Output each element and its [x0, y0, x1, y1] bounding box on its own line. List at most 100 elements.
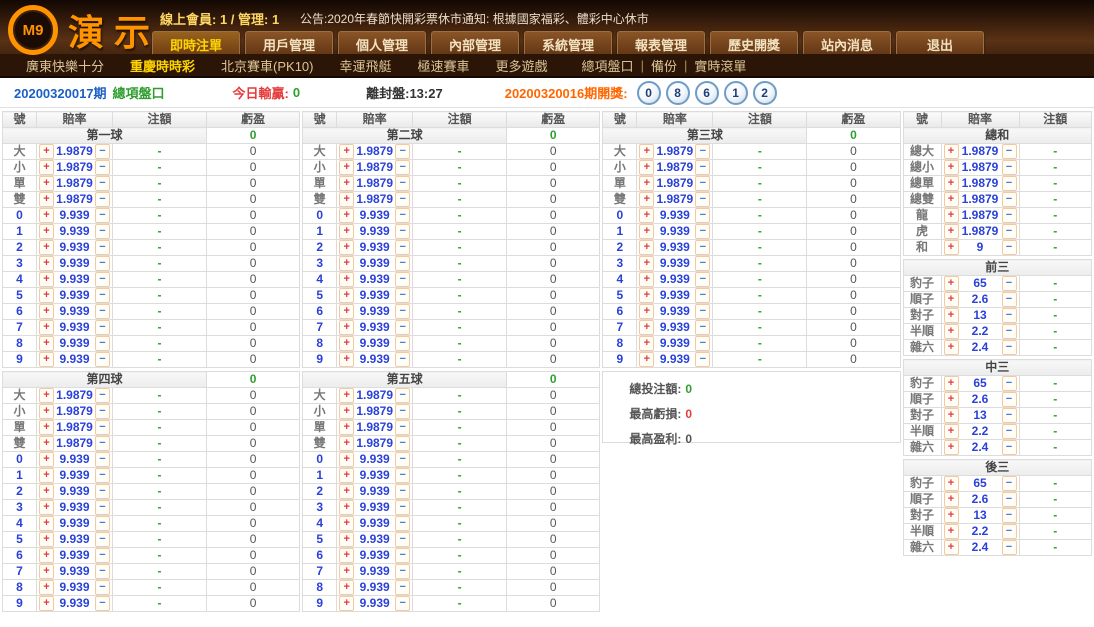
- increase-odds-button[interactable]: +: [944, 160, 959, 175]
- decrease-odds-button[interactable]: −: [695, 304, 710, 319]
- increase-odds-button[interactable]: +: [339, 176, 354, 191]
- decrease-odds-button[interactable]: −: [95, 208, 110, 223]
- decrease-odds-button[interactable]: −: [695, 160, 710, 175]
- decrease-odds-button[interactable]: −: [1002, 324, 1017, 339]
- decrease-odds-button[interactable]: −: [395, 208, 410, 223]
- decrease-odds-button[interactable]: −: [395, 176, 410, 191]
- subnav-link-總項盤口[interactable]: 總項盤口: [582, 56, 634, 75]
- decrease-odds-button[interactable]: −: [95, 256, 110, 271]
- decrease-odds-button[interactable]: −: [695, 192, 710, 207]
- increase-odds-button[interactable]: +: [39, 404, 54, 419]
- decrease-odds-button[interactable]: −: [395, 468, 410, 483]
- increase-odds-button[interactable]: +: [39, 516, 54, 531]
- increase-odds-button[interactable]: +: [639, 352, 654, 367]
- increase-odds-button[interactable]: +: [39, 352, 54, 367]
- increase-odds-button[interactable]: +: [39, 596, 54, 611]
- increase-odds-button[interactable]: +: [639, 224, 654, 239]
- decrease-odds-button[interactable]: −: [395, 436, 410, 451]
- decrease-odds-button[interactable]: −: [95, 388, 110, 403]
- subnav-item-極速賽車[interactable]: 極速賽車: [418, 56, 470, 75]
- decrease-odds-button[interactable]: −: [1002, 308, 1017, 323]
- increase-odds-button[interactable]: +: [39, 580, 54, 595]
- increase-odds-button[interactable]: +: [39, 192, 54, 207]
- decrease-odds-button[interactable]: −: [695, 176, 710, 191]
- increase-odds-button[interactable]: +: [39, 452, 54, 467]
- decrease-odds-button[interactable]: −: [1002, 376, 1017, 391]
- decrease-odds-button[interactable]: −: [1002, 340, 1017, 355]
- decrease-odds-button[interactable]: −: [95, 192, 110, 207]
- increase-odds-button[interactable]: +: [944, 240, 959, 255]
- subnav-item-廣東快樂十分[interactable]: 廣東快樂十分: [26, 56, 104, 75]
- decrease-odds-button[interactable]: −: [95, 304, 110, 319]
- increase-odds-button[interactable]: +: [944, 492, 959, 507]
- subnav-item-重慶時時彩[interactable]: 重慶時時彩: [130, 56, 195, 75]
- increase-odds-button[interactable]: +: [339, 564, 354, 579]
- increase-odds-button[interactable]: +: [39, 420, 54, 435]
- decrease-odds-button[interactable]: −: [395, 580, 410, 595]
- increase-odds-button[interactable]: +: [944, 292, 959, 307]
- increase-odds-button[interactable]: +: [339, 352, 354, 367]
- increase-odds-button[interactable]: +: [639, 240, 654, 255]
- decrease-odds-button[interactable]: −: [95, 176, 110, 191]
- decrease-odds-button[interactable]: −: [1002, 492, 1017, 507]
- increase-odds-button[interactable]: +: [339, 192, 354, 207]
- increase-odds-button[interactable]: +: [39, 160, 54, 175]
- increase-odds-button[interactable]: +: [944, 308, 959, 323]
- decrease-odds-button[interactable]: −: [395, 288, 410, 303]
- decrease-odds-button[interactable]: −: [1002, 240, 1017, 255]
- increase-odds-button[interactable]: +: [639, 304, 654, 319]
- decrease-odds-button[interactable]: −: [95, 224, 110, 239]
- increase-odds-button[interactable]: +: [39, 272, 54, 287]
- decrease-odds-button[interactable]: −: [395, 304, 410, 319]
- increase-odds-button[interactable]: +: [339, 548, 354, 563]
- decrease-odds-button[interactable]: −: [95, 436, 110, 451]
- increase-odds-button[interactable]: +: [944, 476, 959, 491]
- increase-odds-button[interactable]: +: [944, 176, 959, 191]
- increase-odds-button[interactable]: +: [639, 320, 654, 335]
- decrease-odds-button[interactable]: −: [95, 564, 110, 579]
- decrease-odds-button[interactable]: −: [95, 516, 110, 531]
- increase-odds-button[interactable]: +: [339, 532, 354, 547]
- decrease-odds-button[interactable]: −: [1002, 540, 1017, 555]
- subnav-link-備份[interactable]: 備份: [651, 56, 677, 75]
- decrease-odds-button[interactable]: −: [1002, 476, 1017, 491]
- increase-odds-button[interactable]: +: [944, 524, 959, 539]
- increase-odds-button[interactable]: +: [944, 376, 959, 391]
- increase-odds-button[interactable]: +: [339, 596, 354, 611]
- decrease-odds-button[interactable]: −: [95, 160, 110, 175]
- decrease-odds-button[interactable]: −: [1002, 192, 1017, 207]
- increase-odds-button[interactable]: +: [39, 532, 54, 547]
- decrease-odds-button[interactable]: −: [395, 144, 410, 159]
- decrease-odds-button[interactable]: −: [1002, 224, 1017, 239]
- decrease-odds-button[interactable]: −: [695, 320, 710, 335]
- subnav-item-幸運飛艇[interactable]: 幸運飛艇: [340, 56, 392, 75]
- decrease-odds-button[interactable]: −: [95, 404, 110, 419]
- decrease-odds-button[interactable]: −: [95, 272, 110, 287]
- increase-odds-button[interactable]: +: [639, 256, 654, 271]
- decrease-odds-button[interactable]: −: [95, 452, 110, 467]
- increase-odds-button[interactable]: +: [39, 336, 54, 351]
- increase-odds-button[interactable]: +: [944, 208, 959, 223]
- decrease-odds-button[interactable]: −: [1002, 508, 1017, 523]
- increase-odds-button[interactable]: +: [339, 500, 354, 515]
- increase-odds-button[interactable]: +: [339, 240, 354, 255]
- increase-odds-button[interactable]: +: [339, 484, 354, 499]
- decrease-odds-button[interactable]: −: [95, 484, 110, 499]
- decrease-odds-button[interactable]: −: [395, 320, 410, 335]
- decrease-odds-button[interactable]: −: [395, 404, 410, 419]
- increase-odds-button[interactable]: +: [639, 208, 654, 223]
- decrease-odds-button[interactable]: −: [395, 160, 410, 175]
- decrease-odds-button[interactable]: −: [395, 500, 410, 515]
- decrease-odds-button[interactable]: −: [95, 320, 110, 335]
- decrease-odds-button[interactable]: −: [95, 144, 110, 159]
- increase-odds-button[interactable]: +: [39, 500, 54, 515]
- increase-odds-button[interactable]: +: [39, 484, 54, 499]
- increase-odds-button[interactable]: +: [39, 240, 54, 255]
- increase-odds-button[interactable]: +: [339, 336, 354, 351]
- increase-odds-button[interactable]: +: [39, 224, 54, 239]
- increase-odds-button[interactable]: +: [39, 256, 54, 271]
- decrease-odds-button[interactable]: −: [395, 352, 410, 367]
- increase-odds-button[interactable]: +: [39, 176, 54, 191]
- increase-odds-button[interactable]: +: [339, 580, 354, 595]
- increase-odds-button[interactable]: +: [39, 320, 54, 335]
